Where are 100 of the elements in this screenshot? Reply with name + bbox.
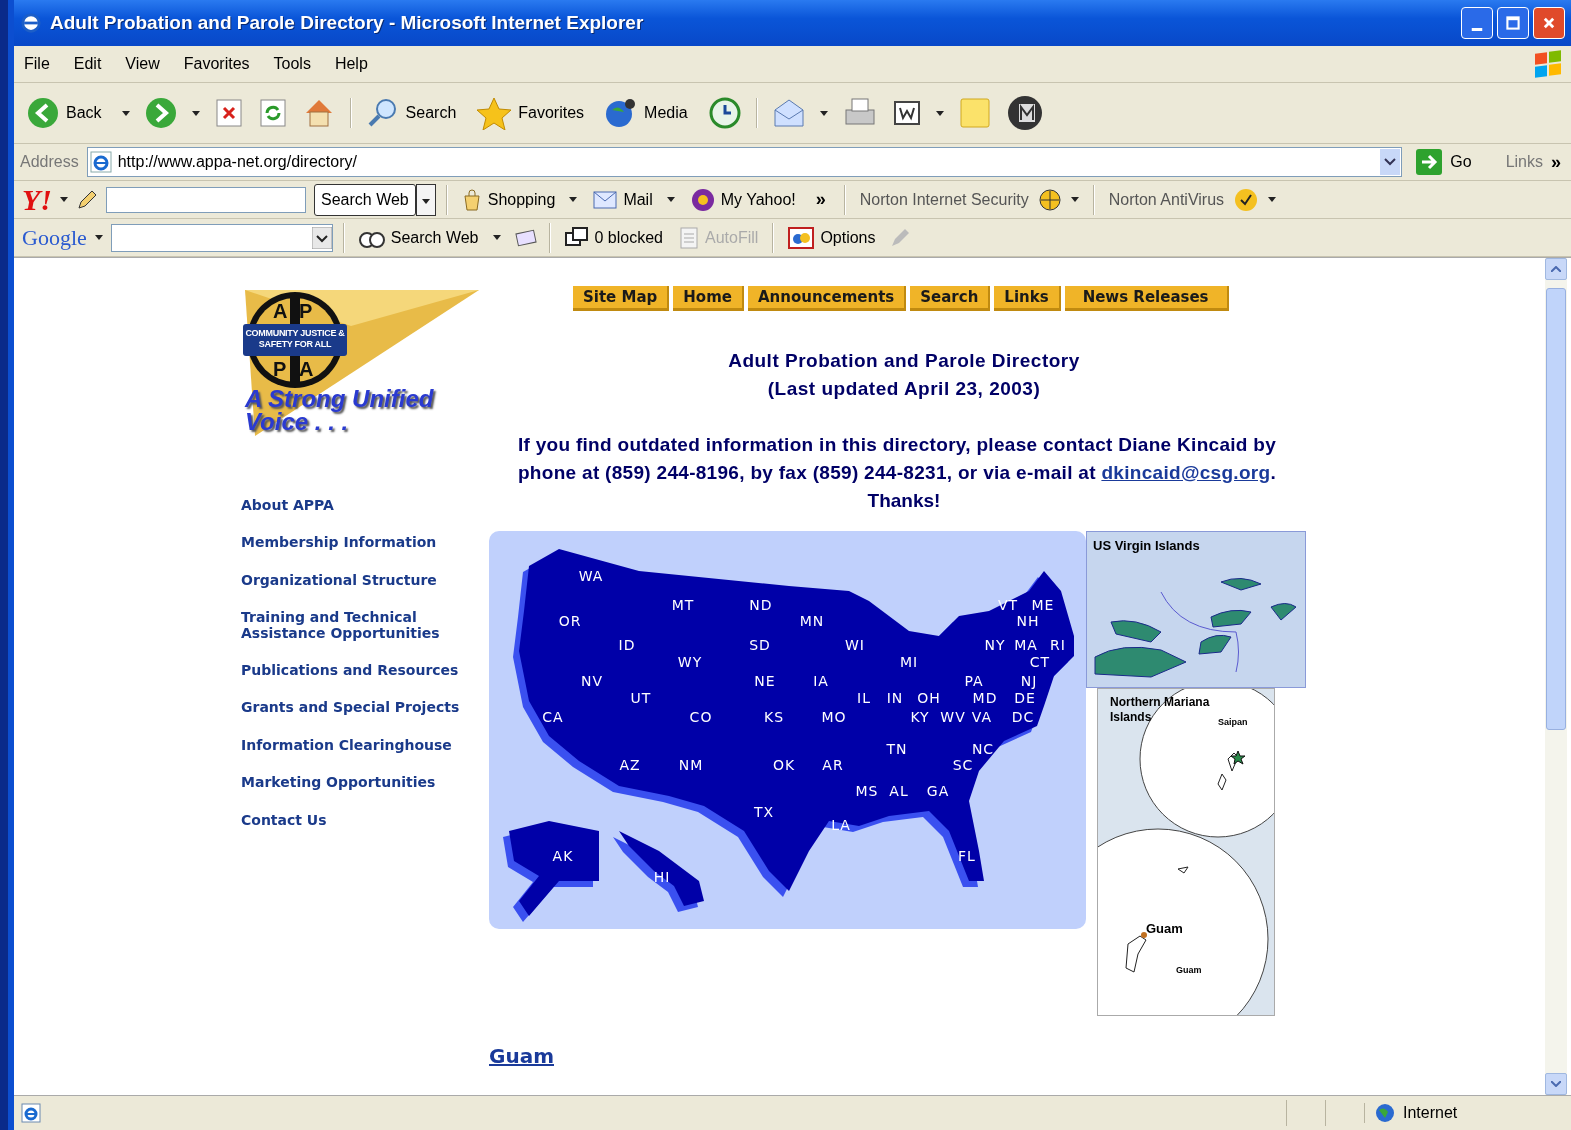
more-chevron[interactable]: »: [815, 189, 826, 210]
sidebar-link[interactable]: Grants and Special Projects: [241, 700, 489, 716]
nav-button[interactable]: News Releases: [1064, 286, 1229, 311]
menu-item[interactable]: File: [24, 55, 50, 73]
state-label[interactable]: CO: [689, 709, 713, 725]
state-label[interactable]: NE: [754, 673, 776, 689]
state-label[interactable]: TX: [753, 804, 775, 820]
state-label[interactable]: VA: [971, 709, 993, 725]
sidebar-link[interactable]: Organizational Structure: [241, 572, 489, 589]
address-field[interactable]: http://www.appa-net.org/directory/: [86, 147, 1403, 177]
state-label[interactable]: LA: [831, 817, 851, 833]
caret-icon[interactable]: [94, 235, 103, 240]
virgin-islands-map[interactable]: US Virgin Islands: [1086, 531, 1306, 688]
state-label[interactable]: CT: [1029, 654, 1051, 670]
state-label[interactable]: MD: [972, 690, 998, 706]
state-label[interactable]: ME: [1031, 597, 1055, 613]
state-label[interactable]: AZ: [619, 757, 641, 773]
state-label[interactable]: AK: [552, 848, 574, 864]
sidebar-link[interactable]: Information Clearinghouse: [241, 737, 489, 754]
toolbar-button[interactable]: Mail: [589, 190, 679, 209]
pencil-icon[interactable]: [76, 188, 98, 211]
email-link[interactable]: dkincaid@csg.org: [1101, 462, 1271, 483]
state-label[interactable]: WI: [845, 637, 865, 653]
media-button[interactable]: Media: [602, 94, 696, 132]
state-label[interactable]: MA: [1014, 637, 1038, 653]
state-label[interactable]: PA: [964, 673, 984, 689]
minimize-button[interactable]: [1461, 7, 1493, 39]
nav-button[interactable]: Site Map: [573, 286, 670, 311]
nav-button[interactable]: Search: [910, 286, 991, 311]
state-label[interactable]: IA: [813, 673, 829, 689]
norton-antivirus-button[interactable]: Norton AntiVirus: [1104, 187, 1281, 212]
state-label[interactable]: TN: [886, 741, 908, 757]
state-label[interactable]: SD: [749, 637, 771, 653]
state-label[interactable]: NC: [971, 741, 995, 757]
back-button[interactable]: Back: [24, 94, 132, 132]
state-label[interactable]: WV: [940, 709, 966, 725]
state-label[interactable]: NJ: [1020, 673, 1038, 689]
close-button[interactable]: [1533, 7, 1565, 39]
links-label[interactable]: Links: [1505, 153, 1543, 171]
state-label[interactable]: DC: [1011, 709, 1035, 725]
search-web-button[interactable]: Search Web: [354, 226, 505, 249]
menu-item[interactable]: Help: [334, 55, 368, 73]
maximize-button[interactable]: [1497, 7, 1529, 39]
state-label[interactable]: FL: [958, 848, 976, 864]
nav-button[interactable]: Links: [994, 286, 1061, 311]
state-label[interactable]: NH: [1016, 613, 1040, 629]
sidebar-link[interactable]: Training and Technical Assistance Opportunities: [241, 610, 489, 641]
state-label[interactable]: SC: [952, 757, 974, 773]
state-label[interactable]: IL: [857, 690, 871, 706]
state-label[interactable]: WA: [578, 568, 604, 584]
state-label[interactable]: KS: [763, 709, 785, 725]
more-chevron[interactable]: »: [1551, 151, 1561, 173]
search-button[interactable]: Search: [363, 94, 465, 132]
nav-button[interactable]: Home: [673, 286, 744, 311]
state-label[interactable]: MN: [799, 613, 825, 629]
menu-item[interactable]: Tools: [273, 55, 311, 73]
search-field[interactable]: [110, 223, 333, 252]
state-label[interactable]: HI: [653, 869, 671, 885]
toolbar-button[interactable]: My Yahoo!: [686, 187, 800, 212]
options-button[interactable]: Options: [784, 226, 880, 249]
sidebar-link[interactable]: Publications and Resources: [241, 662, 489, 679]
state-label[interactable]: CA: [542, 709, 564, 725]
state-label[interactable]: OH: [917, 690, 941, 706]
state-label[interactable]: UT: [630, 690, 652, 706]
favorites-button[interactable]: Favorites: [474, 94, 593, 132]
state-label[interactable]: MS: [855, 783, 879, 799]
state-label[interactable]: OR: [558, 613, 582, 629]
state-label[interactable]: MO: [821, 709, 847, 725]
menu-item[interactable]: View: [125, 55, 160, 73]
toolbar-button[interactable]: Shopping: [457, 188, 582, 211]
state-label[interactable]: NV: [580, 673, 604, 689]
pacific-islands-map[interactable]: Northern Mariana Islands Saipan Guam Guam: [1097, 688, 1275, 1016]
state-label[interactable]: RI: [1050, 637, 1066, 653]
norton-security-button[interactable]: Norton Internet Security: [855, 188, 1083, 211]
state-label[interactable]: MT: [671, 597, 695, 613]
state-label[interactable]: AL: [889, 783, 909, 799]
nav-button[interactable]: Announcements: [747, 286, 907, 311]
state-label[interactable]: ND: [749, 597, 773, 613]
state-label[interactable]: KY: [910, 709, 930, 725]
state-label[interactable]: NM: [678, 757, 704, 773]
dropdown-button[interactable]: [415, 183, 436, 216]
state-label[interactable]: GA: [926, 783, 950, 799]
state-label[interactable]: OK: [772, 757, 796, 773]
state-label[interactable]: ID: [618, 637, 636, 653]
sidebar-link[interactable]: Marketing Opportunities: [241, 775, 489, 791]
popup-blocker-button[interactable]: 0 blocked: [560, 226, 667, 249]
state-label[interactable]: IN: [886, 690, 904, 706]
state-label[interactable]: NY: [984, 637, 1006, 653]
territory-link[interactable]: Guam: [489, 1044, 554, 1068]
go-button[interactable]: Go: [1410, 148, 1478, 176]
state-label[interactable]: WY: [677, 654, 703, 670]
state-label[interactable]: AR: [822, 757, 844, 773]
sidebar-link[interactable]: About APPA: [241, 498, 489, 514]
state-label[interactable]: DE: [1014, 690, 1036, 706]
sidebar-link[interactable]: Membership Information: [241, 535, 489, 551]
state-label[interactable]: MI: [899, 654, 919, 670]
search-field[interactable]: [106, 186, 306, 213]
sidebar-link[interactable]: Contact Us: [241, 812, 489, 828]
menu-item[interactable]: Favorites: [183, 55, 250, 73]
menu-item[interactable]: Edit: [73, 55, 102, 73]
